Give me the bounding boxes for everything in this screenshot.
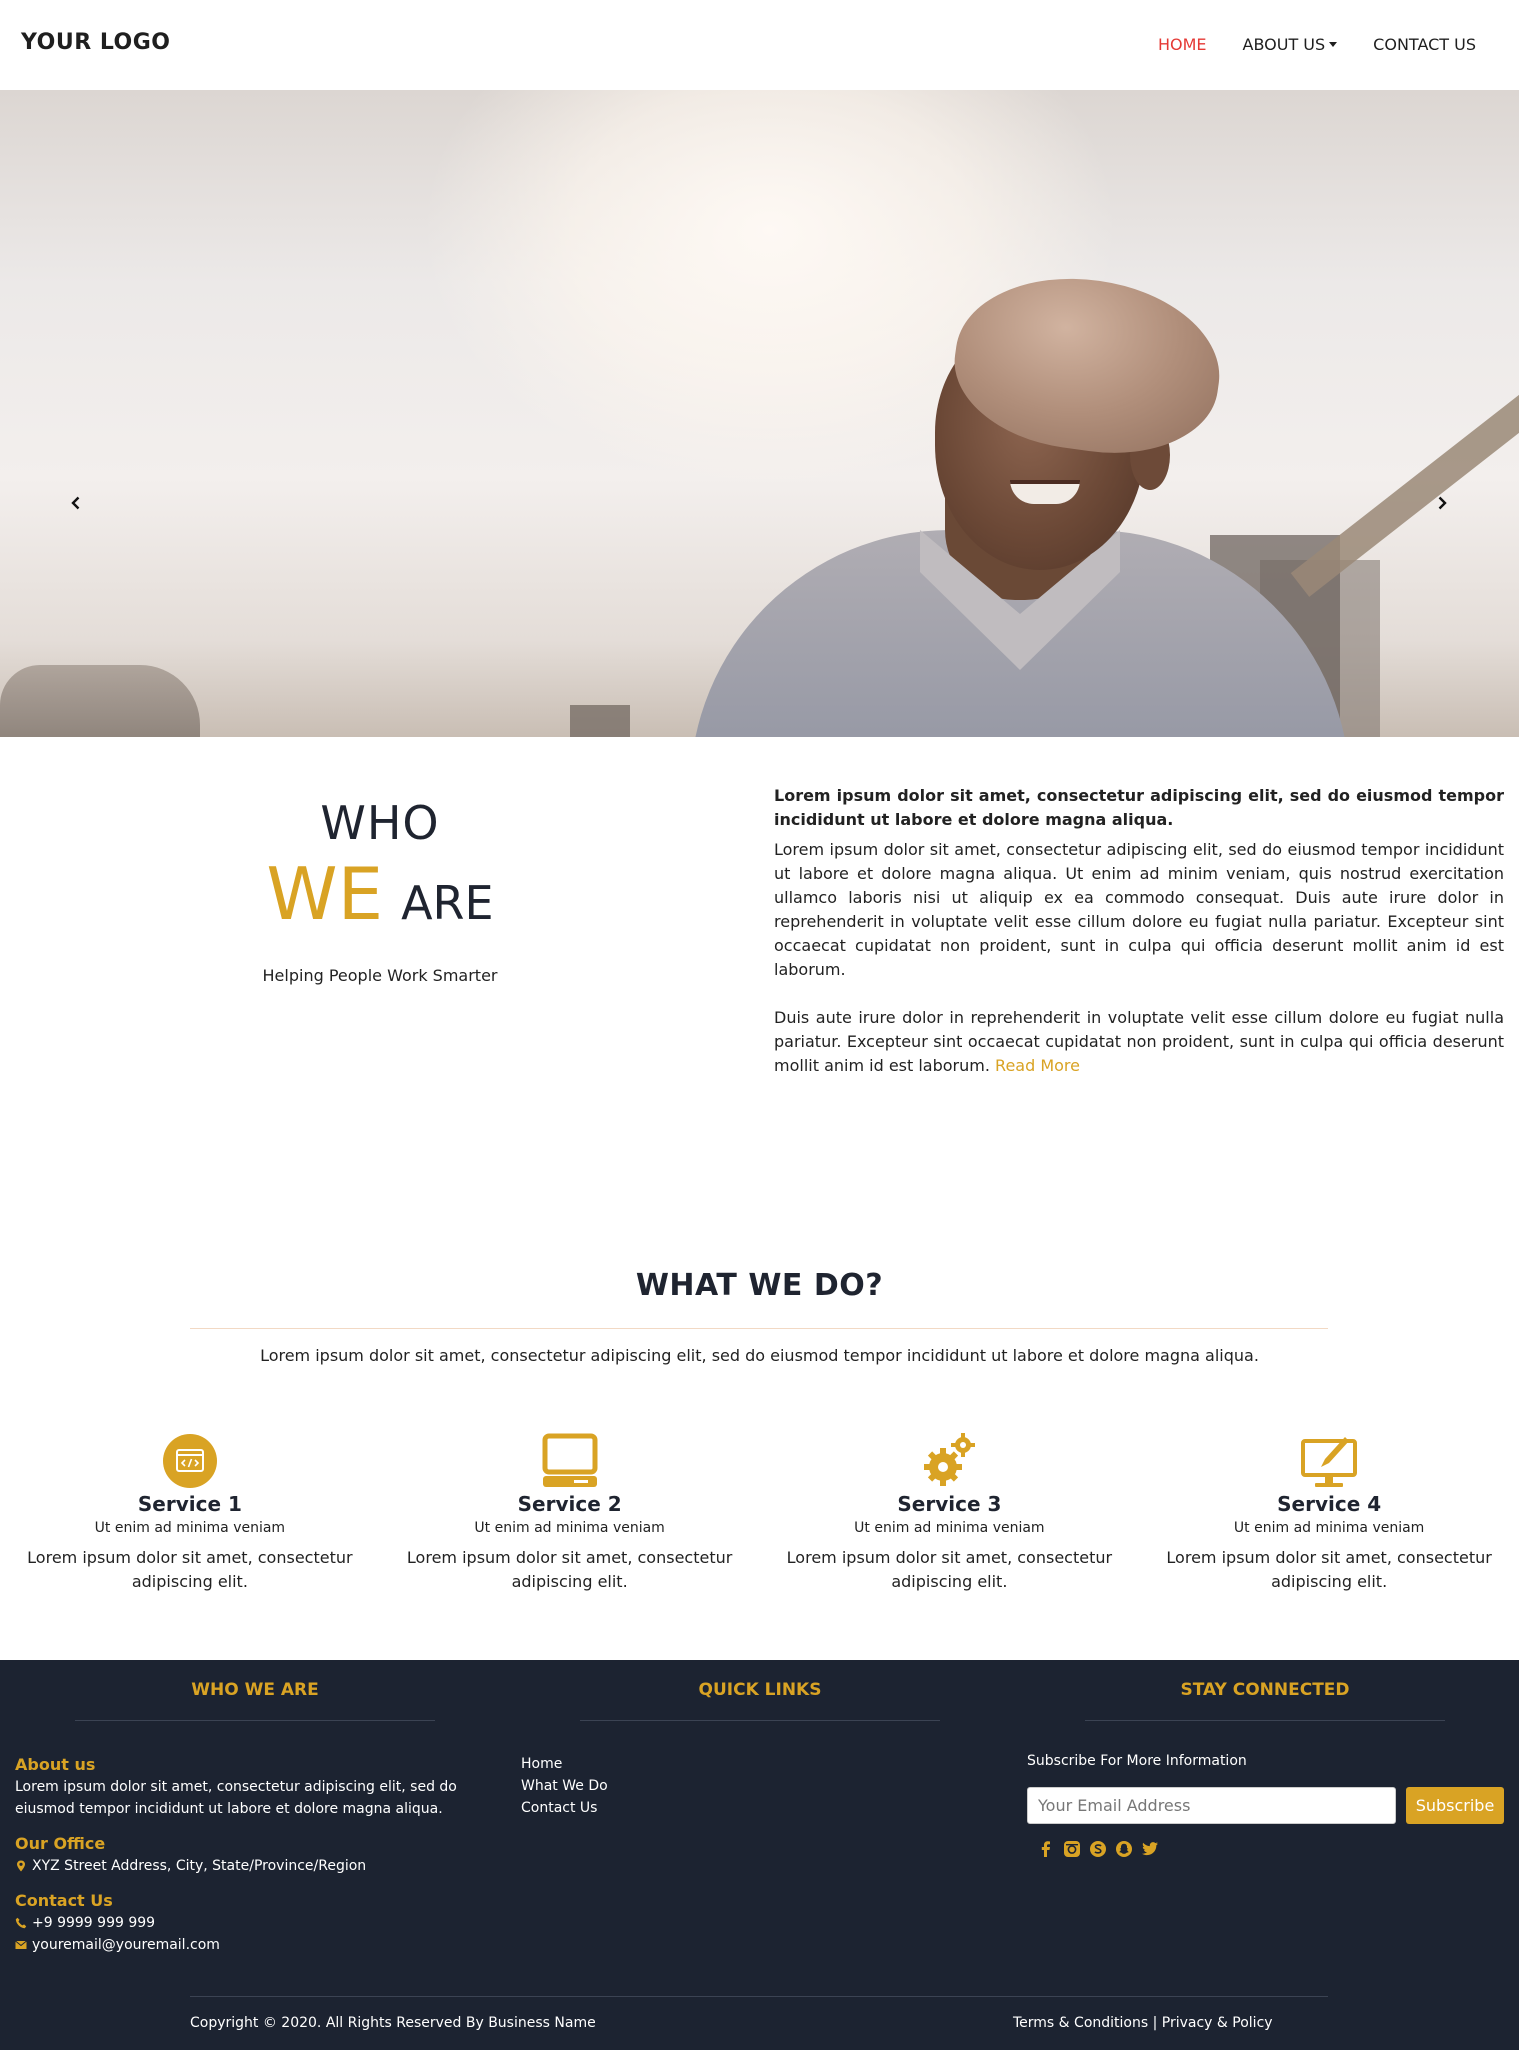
who-paragraph-2-text: Duis aute irure dolor in reprehenderit i… bbox=[774, 1008, 1504, 1075]
code-window-icon bbox=[162, 1434, 217, 1488]
contact-us-label: Contact Us bbox=[15, 1891, 113, 1910]
carousel-next-button[interactable] bbox=[1429, 490, 1455, 516]
privacy-link[interactable]: Privacy & Policy bbox=[1162, 2015, 1273, 2031]
service-title: Service 3 bbox=[897, 1492, 1002, 1516]
hero-railing bbox=[1290, 376, 1519, 597]
main-nav: HOME ABOUT US CONTACT US bbox=[1122, 35, 1476, 54]
footer-link-what-we-do[interactable]: What We Do bbox=[521, 1775, 608, 1797]
service-card: Service 3 Ut enim ad minima veniam Lorem… bbox=[760, 1432, 1140, 1594]
footer-divider bbox=[75, 1720, 435, 1721]
social-links bbox=[1027, 1840, 1507, 1858]
laptop-icon bbox=[542, 1433, 598, 1487]
email-input[interactable] bbox=[1027, 1787, 1396, 1824]
copyright-text: Copyright © 2020. All Rights Reserved By… bbox=[190, 2015, 596, 2031]
service-card: Service 4 Ut enim ad minima veniam Lorem… bbox=[1139, 1432, 1519, 1594]
email-text[interactable]: youremail@youremail.com bbox=[32, 1934, 220, 1956]
office-address-text: XYZ Street Address, City, State/Province… bbox=[32, 1858, 367, 1874]
hero-carousel bbox=[0, 90, 1519, 737]
terms-link[interactable]: Terms & Conditions bbox=[1013, 2015, 1148, 2031]
subscribe-form: Subscribe bbox=[1027, 1787, 1507, 1824]
facebook-icon bbox=[1041, 1841, 1050, 1857]
who-we-are-heading: WHO WE ARE bbox=[200, 796, 560, 930]
service-title: Service 4 bbox=[1277, 1492, 1382, 1516]
who-heading-line1: WHO bbox=[320, 796, 440, 850]
legal-links: Terms & Conditions | Privacy & Policy bbox=[1013, 2015, 1273, 2031]
nav-home[interactable]: HOME bbox=[1158, 35, 1207, 54]
map-pin-icon bbox=[17, 1860, 25, 1872]
gears-icon bbox=[924, 1433, 976, 1486]
monitor-pen-icon bbox=[1301, 1437, 1358, 1487]
service-title: Service 1 bbox=[137, 1492, 242, 1516]
footer-heading-who-we-are: WHO WE ARE bbox=[191, 1680, 319, 1700]
service-description: Lorem ipsum dolor sit amet, consectetur … bbox=[27, 1548, 353, 1591]
footer-heading-quick-links: QUICK LINKS bbox=[698, 1680, 822, 1700]
footer-heading-stay-connected: STAY CONNECTED bbox=[1180, 1680, 1350, 1700]
nav-about-us[interactable]: ABOUT US bbox=[1243, 35, 1338, 54]
footer-bottom-divider bbox=[190, 1996, 1328, 1997]
phone: +9 9999 999 999 bbox=[15, 1912, 475, 1934]
footer-divider bbox=[1085, 1720, 1445, 1721]
phone-icon bbox=[15, 1917, 27, 1929]
footer-about-column: About us Lorem ipsum dolor sit amet, con… bbox=[15, 1755, 475, 1956]
office-address: XYZ Street Address, City, State/Province… bbox=[15, 1855, 475, 1877]
caret-down-icon bbox=[1329, 42, 1338, 47]
who-we-are-text: Lorem ipsum dolor sit amet, consectetur … bbox=[774, 784, 1504, 1102]
hero-building bbox=[570, 705, 630, 737]
hero-rooftop bbox=[0, 665, 200, 737]
subscribe-button[interactable]: Subscribe bbox=[1406, 1787, 1504, 1824]
chevron-left-icon bbox=[71, 496, 80, 510]
footer-divider bbox=[580, 1720, 940, 1721]
footer-link-contact-us[interactable]: Contact Us bbox=[521, 1797, 608, 1819]
service-card: Service 1 Ut enim ad minima veniam Lorem… bbox=[0, 1432, 380, 1594]
who-subtitle: Helping People Work Smarter bbox=[262, 966, 498, 985]
snapchat-icon bbox=[1116, 1841, 1132, 1857]
site-footer: WHO WE ARE QUICK LINKS STAY CONNECTED Ab… bbox=[0, 1660, 1519, 2050]
facebook-link[interactable] bbox=[1037, 1840, 1055, 1858]
footer-subscribe-column: Subscribe For More Information Subscribe bbox=[1027, 1753, 1507, 1858]
service-description: Lorem ipsum dolor sit amet, consectetur … bbox=[786, 1548, 1113, 1591]
who-heading-we: WE bbox=[266, 852, 384, 936]
who-heading-line2: WE ARE bbox=[200, 858, 560, 930]
who-heading-are: ARE bbox=[401, 876, 494, 930]
site-header: YOUR LOGO HOME ABOUT US CONTACT US bbox=[0, 0, 1534, 90]
twitter-link[interactable] bbox=[1141, 1840, 1159, 1858]
envelope-icon bbox=[15, 1940, 27, 1949]
skype-icon bbox=[1090, 1841, 1106, 1857]
service-subtitle: Ut enim ad minima veniam bbox=[474, 1520, 665, 1536]
subscribe-label: Subscribe For More Information bbox=[1027, 1753, 1247, 1769]
nav-about-us-label: ABOUT US bbox=[1242, 35, 1326, 54]
phone-text: +9 9999 999 999 bbox=[32, 1915, 156, 1931]
snapchat-link[interactable] bbox=[1115, 1840, 1133, 1858]
twitter-icon bbox=[1142, 1842, 1158, 1856]
footer-quick-links: Home What We Do Contact Us bbox=[521, 1753, 608, 1819]
instagram-icon bbox=[1064, 1841, 1080, 1857]
service-card: Service 2 Ut enim ad minima veniam Lorem… bbox=[380, 1432, 760, 1594]
service-subtitle: Ut enim ad minima veniam bbox=[1233, 1520, 1425, 1536]
carousel-prev-button[interactable] bbox=[63, 490, 89, 516]
legal-separator: | bbox=[1148, 2015, 1162, 2031]
who-paragraph-2: Duis aute irure dolor in reprehenderit i… bbox=[774, 1006, 1504, 1078]
what-we-do-subtitle: Lorem ipsum dolor sit amet, consectetur … bbox=[260, 1346, 1259, 1365]
service-subtitle: Ut enim ad minima veniam bbox=[94, 1520, 286, 1536]
who-lead-text: Lorem ipsum dolor sit amet, consectetur … bbox=[774, 786, 1504, 829]
who-paragraph-1: Lorem ipsum dolor sit amet, consectetur … bbox=[774, 840, 1504, 979]
read-more-link[interactable]: Read More bbox=[995, 1056, 1080, 1075]
nav-contact-us[interactable]: CONTACT US bbox=[1373, 35, 1476, 54]
services-list: Service 1 Ut enim ad minima veniam Lorem… bbox=[0, 1432, 1519, 1594]
chevron-right-icon bbox=[1438, 496, 1447, 510]
skype-link[interactable] bbox=[1089, 1840, 1107, 1858]
email: youremail@youremail.com bbox=[15, 1934, 475, 1956]
our-office-label: Our Office bbox=[15, 1834, 106, 1853]
section-divider bbox=[190, 1328, 1328, 1329]
logo[interactable]: YOUR LOGO bbox=[21, 30, 171, 55]
instagram-link[interactable] bbox=[1063, 1840, 1081, 1858]
service-description: Lorem ipsum dolor sit amet, consectetur … bbox=[1166, 1548, 1492, 1591]
about-us-label: About us bbox=[15, 1755, 96, 1774]
about-us-text: Lorem ipsum dolor sit amet, consectetur … bbox=[15, 1779, 457, 1817]
service-subtitle: Ut enim ad minima veniam bbox=[854, 1520, 1045, 1536]
footer-link-home[interactable]: Home bbox=[521, 1753, 608, 1775]
service-title: Service 2 bbox=[517, 1492, 622, 1516]
what-we-do-title: WHAT WE DO? bbox=[635, 1268, 884, 1303]
service-description: Lorem ipsum dolor sit amet, consectetur … bbox=[406, 1548, 733, 1591]
